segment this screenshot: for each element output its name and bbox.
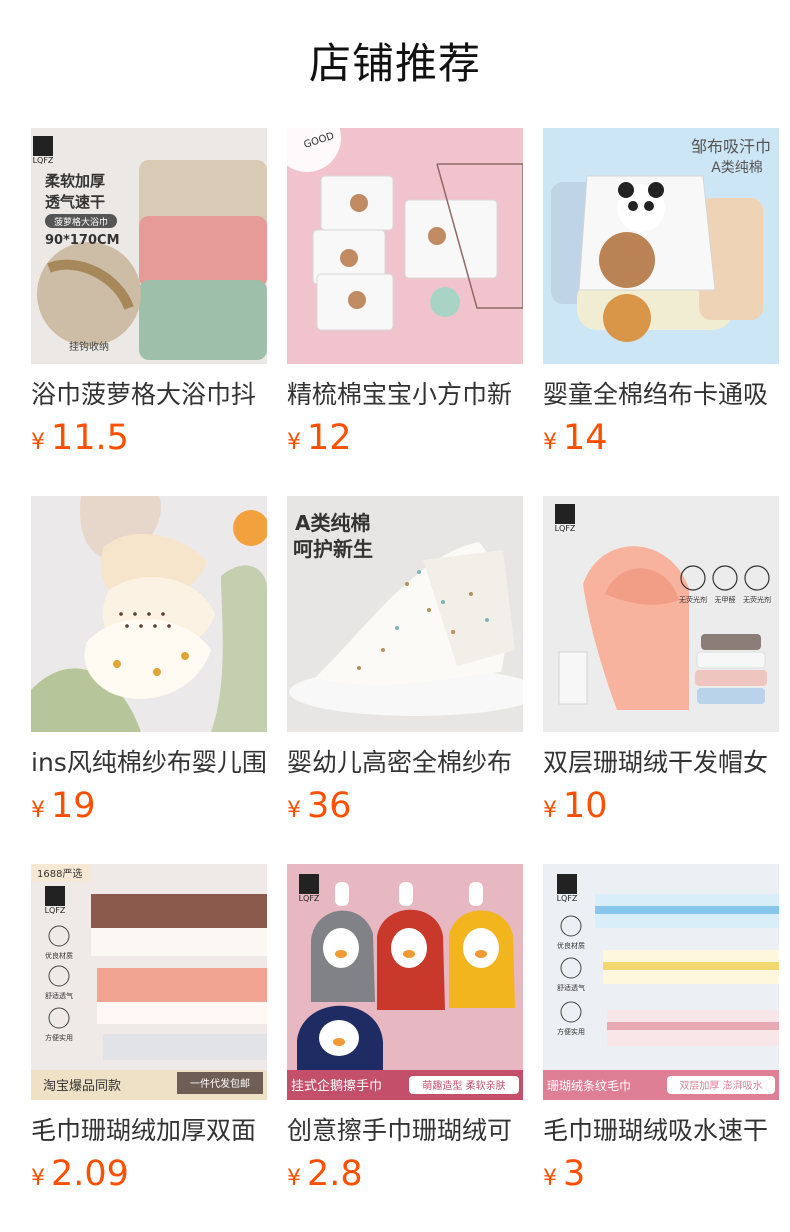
product-title[interactable]: 创意擦手巾珊瑚绒可	[287, 1114, 523, 1148]
image-brand: LQFZ	[557, 894, 578, 903]
price-row: ¥12	[287, 416, 523, 460]
product-card[interactable]: A类纯棉 呵护新生 婴幼儿高密全棉纱布 ¥36	[287, 496, 523, 832]
image-feature-1: 优良材质	[557, 941, 585, 950]
price-row: ¥10	[543, 784, 779, 828]
product-title[interactable]: ins风纯棉纱布婴儿围	[31, 746, 267, 780]
image-brand: LQFZ	[555, 524, 576, 533]
price-row: ¥3	[543, 1152, 779, 1196]
product-price: 3	[563, 1154, 586, 1194]
product-grid: LQFZ 柔软加厚 透气速干 菠萝格大浴巾 90*170CM 挂钩收纳 浴巾菠萝…	[31, 128, 790, 1200]
price-row: ¥2.8	[287, 1152, 523, 1196]
product-image-baby-bib[interactable]	[31, 496, 267, 732]
product-price: 10	[563, 786, 608, 826]
image-subheadline: 呵护新生	[293, 537, 373, 561]
price-row: ¥11.5	[31, 416, 267, 460]
image-brand: LQFZ	[299, 894, 320, 903]
image-bottom-left: 珊瑚绒条纹毛巾	[547, 1078, 631, 1093]
image-feature-3: 方便实用	[45, 1033, 73, 1042]
product-title[interactable]: 婴幼儿高密全棉纱布	[287, 746, 523, 780]
currency-symbol: ¥	[287, 1166, 301, 1191]
product-title[interactable]: 精梳棉宝宝小方巾新	[287, 378, 523, 412]
image-headline: 邹布吸汗巾	[691, 137, 771, 156]
currency-symbol: ¥	[31, 798, 45, 823]
product-image-hair-turban[interactable]: LQFZ 无荧光剂 无甲醛 无荧光剂	[543, 496, 779, 732]
product-image-gauze-blanket[interactable]: A类纯棉 呵护新生	[287, 496, 523, 732]
product-price: 36	[307, 786, 352, 826]
product-card[interactable]: 1688严选 LQFZ 优良材质 舒适透气 方便实用 淘宝爆品同款 一件代发包邮	[31, 864, 267, 1200]
image-bottom-right: 萌趣造型 柔软亲肤	[422, 1079, 505, 1092]
image-bottom-left: 挂式企鹅擦手巾	[291, 1078, 382, 1094]
product-title[interactable]: 毛巾珊瑚绒吸水速干	[543, 1114, 779, 1148]
image-feature-2: 无甲醛	[715, 595, 736, 604]
price-row: ¥14	[543, 416, 779, 460]
product-image-baby-handkerchief[interactable]: GOOD	[287, 128, 523, 364]
currency-symbol: ¥	[543, 1166, 557, 1191]
product-price: 19	[51, 786, 96, 826]
product-card[interactable]: LQFZ 挂式企鹅擦手巾 萌趣造型 柔软亲肤 创意擦手巾珊瑚绒可 ¥ 2.8	[287, 864, 523, 1200]
image-brand: LQFZ	[33, 156, 54, 165]
product-price: 12	[307, 418, 352, 458]
price-row: ¥19	[31, 784, 267, 828]
product-image-striped-towel[interactable]: LQFZ 优良材质 舒适透气 方便实用 珊瑚绒条纹毛巾 双层加厚 澎湃吸水	[543, 864, 779, 1100]
image-feature-3: 无荧光剂	[743, 595, 771, 604]
image-feature-2: 舒适透气	[557, 983, 585, 992]
image-feature-2: 舒适透气	[45, 991, 73, 1000]
product-card[interactable]: GOOD 精梳棉宝宝小方巾新 ¥12	[287, 128, 523, 464]
image-bottom-right: 双层加厚 澎湃吸水	[679, 1080, 762, 1092]
image-feature-3: 方便实用	[557, 1027, 585, 1036]
recommendations-page: 店铺推荐 LQFZ 柔软加厚 透气速干 菠萝格大浴巾 90*170CM 挂钩收纳…	[0, 0, 790, 1232]
image-bottom-left: 淘宝爆品同款	[43, 1079, 121, 1094]
product-card[interactable]: 邹布吸汗巾 A类纯棉 婴童全棉绉布卡通吸 ¥14	[543, 128, 779, 464]
product-card[interactable]: ins风纯棉纱布婴儿围 ¥19	[31, 496, 267, 832]
product-price: 11.5	[51, 418, 129, 458]
image-subheadline: 透气速干	[45, 193, 105, 211]
currency-symbol: ¥	[287, 430, 301, 455]
section-title: 店铺推荐	[308, 39, 481, 88]
image-subheadline: A类纯棉	[711, 159, 763, 176]
product-title[interactable]: 婴童全棉绉布卡通吸	[543, 378, 779, 412]
product-card[interactable]: LQFZ 无荧光剂 无甲醛 无荧光剂 双层珊瑚绒干发帽女 ¥10	[543, 496, 779, 832]
image-bottom-right: 一件代发包邮	[190, 1077, 250, 1090]
product-title[interactable]: 双层珊瑚绒干发帽女	[543, 746, 779, 780]
product-price: 2.09	[51, 1154, 129, 1194]
currency-symbol: ¥	[31, 1166, 45, 1191]
image-brand: LQFZ	[45, 906, 66, 915]
product-price: 2.8	[307, 1154, 363, 1194]
image-size: 90*170CM	[45, 233, 120, 248]
image-badge: 1688严选	[37, 867, 82, 880]
product-price: 14	[563, 418, 608, 458]
currency-symbol: ¥	[31, 430, 45, 455]
product-image-coral-fleece-towel[interactable]: 1688严选 LQFZ 优良材质 舒适透气 方便实用 淘宝爆品同款 一件代发包邮	[31, 864, 267, 1100]
price-row: ¥2.09	[31, 1152, 267, 1196]
currency-symbol: ¥	[287, 798, 301, 823]
product-image-baby-sweat-towel[interactable]: 邹布吸汗巾 A类纯棉	[543, 128, 779, 364]
currency-symbol: ¥	[543, 430, 557, 455]
image-caption: 挂钩收纳	[69, 340, 109, 353]
currency-symbol: ¥	[543, 798, 557, 823]
product-image-bath-towel[interactable]: LQFZ 柔软加厚 透气速干 菠萝格大浴巾 90*170CM 挂钩收纳	[31, 128, 267, 364]
product-title[interactable]: 浴巾菠萝格大浴巾抖	[31, 378, 267, 412]
product-title[interactable]: 毛巾珊瑚绒加厚双面	[31, 1114, 267, 1148]
product-card[interactable]: LQFZ 优良材质 舒适透气 方便实用 珊瑚绒条纹毛巾 双层加厚 澎湃吸水 毛巾…	[543, 864, 779, 1200]
price-row: ¥36	[287, 784, 523, 828]
image-feature-1: 无荧光剂	[679, 595, 707, 604]
product-card[interactable]: LQFZ 柔软加厚 透气速干 菠萝格大浴巾 90*170CM 挂钩收纳 浴巾菠萝…	[31, 128, 267, 464]
image-feature-1: 优良材质	[45, 951, 73, 960]
image-tag: 菠萝格大浴巾	[54, 216, 108, 228]
image-headline: A类纯棉	[295, 511, 370, 535]
product-image-penguin-hand-towel[interactable]: LQFZ 挂式企鹅擦手巾 萌趣造型 柔软亲肤	[287, 864, 523, 1100]
image-headline: 柔软加厚	[45, 172, 105, 190]
